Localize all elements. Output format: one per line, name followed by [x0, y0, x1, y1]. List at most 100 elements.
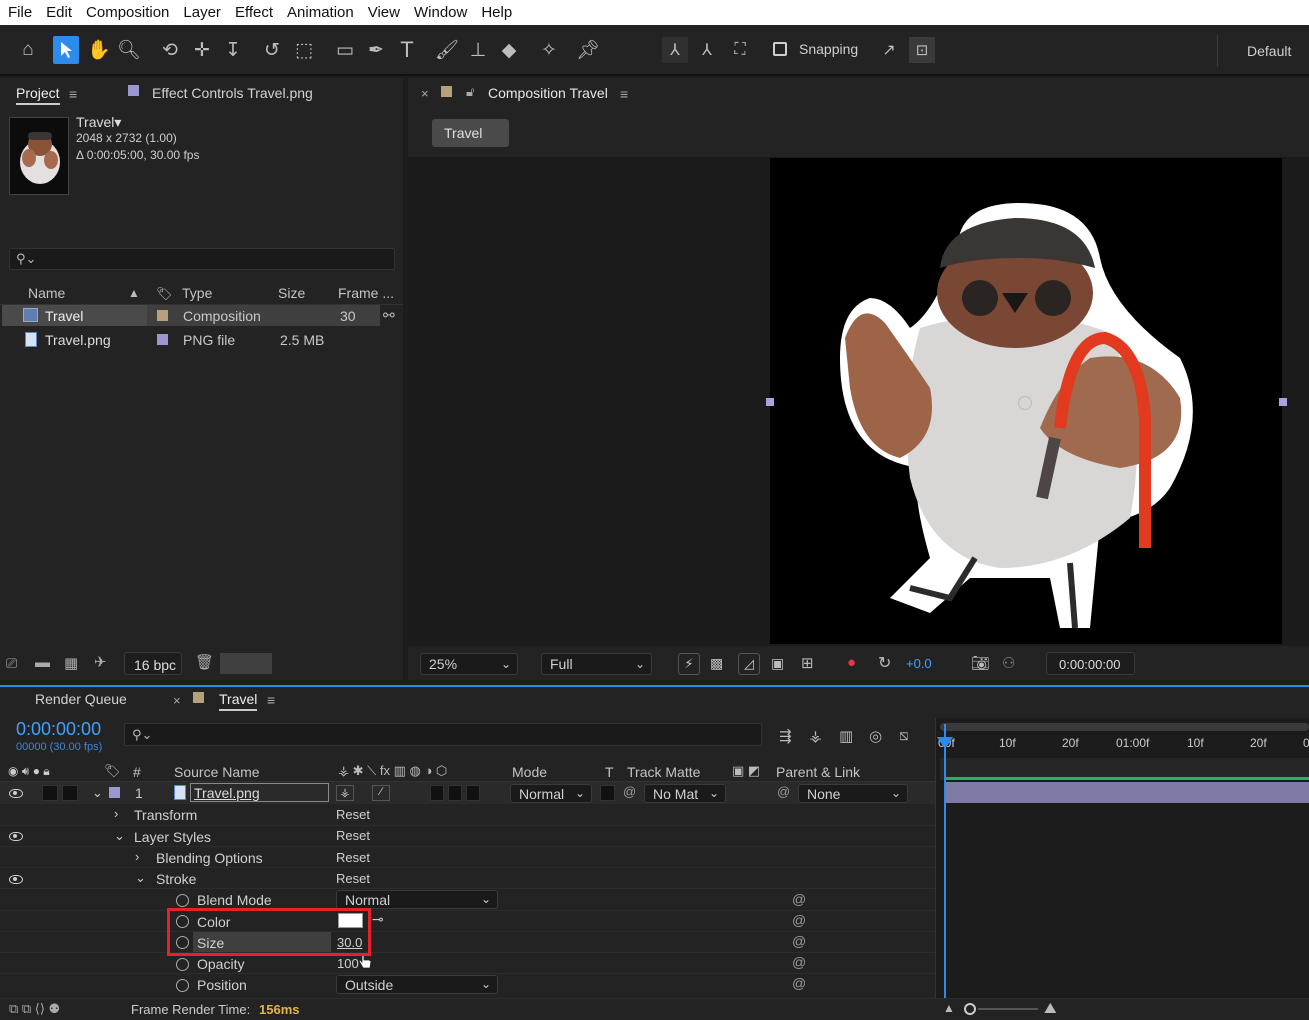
interpret-footage-icon[interactable]: ⎚: [6, 655, 17, 672]
chevron-right-icon[interactable]: ›: [114, 806, 118, 821]
timeline-search-input[interactable]: ⚲⌄: [124, 723, 762, 746]
playhead-handle[interactable]: [937, 737, 953, 749]
orbit-camera-icon[interactable]: ⟲: [157, 37, 183, 63]
menu-composition[interactable]: Composition: [86, 4, 169, 21]
tab-project[interactable]: Project: [16, 85, 60, 105]
home-icon[interactable]: ⌂: [15, 37, 41, 63]
dolly-camera-icon[interactable]: ↧: [220, 37, 246, 63]
parent-pickwhip-icon[interactable]: @: [777, 784, 790, 799]
zoom-dropdown[interactable]: 25% ⌄: [420, 653, 518, 675]
column-parent-link[interactable]: Parent & Link: [776, 764, 860, 780]
view-axis-icon[interactable]: ⛶: [727, 37, 753, 63]
label-tag-icon[interactable]: 🏷︎: [104, 763, 121, 779]
menu-animation[interactable]: Animation: [287, 4, 354, 21]
mode-dropdown[interactable]: Normal ⌄: [510, 784, 592, 803]
rectangle-tool-icon[interactable]: ▭: [332, 37, 358, 63]
column-frame[interactable]: Frame ...: [338, 285, 394, 301]
reset-link[interactable]: Reset: [336, 871, 370, 886]
zoom-slider-handle[interactable]: [964, 1003, 976, 1015]
toggle-switches-icon[interactable]: ⧉ ⧉ ⟨⟩ ⚉: [9, 1001, 60, 1017]
menu-window[interactable]: Window: [414, 4, 467, 21]
reset-link[interactable]: Reset: [336, 828, 370, 843]
menu-help[interactable]: Help: [481, 4, 512, 21]
transparency-grid-icon[interactable]: ▩: [710, 655, 723, 672]
playhead[interactable]: [944, 724, 946, 998]
thumbnail-transparency-swatch[interactable]: [220, 653, 272, 674]
pan-camera-icon[interactable]: ✛: [189, 37, 215, 63]
exposure-value[interactable]: +0.0: [906, 656, 932, 671]
visibility-eye-icon[interactable]: [9, 789, 23, 798]
snap-feature-icon[interactable]: ⊡: [909, 37, 935, 63]
position-dropdown[interactable]: Outside ⌄: [336, 975, 498, 994]
work-area-range[interactable]: [946, 777, 1309, 780]
selection-tool-icon[interactable]: [53, 36, 79, 64]
close-icon[interactable]: ×: [173, 693, 181, 708]
pickwhip-icon[interactable]: @: [623, 784, 636, 799]
frame-blending-icon[interactable]: ▥: [839, 727, 853, 745]
stopwatch-icon[interactable]: [176, 958, 189, 971]
visibility-eye-icon[interactable]: [9, 875, 23, 884]
quality-switch[interactable]: ∕: [372, 785, 390, 801]
tab-render-queue[interactable]: Render Queue: [35, 691, 127, 707]
column-track-matte[interactable]: Track Matte: [627, 764, 700, 780]
reset-link[interactable]: Reset: [336, 850, 370, 865]
column-name[interactable]: Name: [28, 285, 65, 301]
parent-dropdown[interactable]: None ⌄: [798, 784, 908, 803]
local-axis-icon[interactable]: ⅄: [662, 37, 688, 63]
hand-tool-icon[interactable]: ✋: [86, 37, 112, 63]
anchor-point-icon[interactable]: [1018, 396, 1032, 410]
transform-handle-right[interactable]: [1279, 398, 1287, 406]
chevron-right-icon[interactable]: ›: [135, 849, 139, 864]
lock-icon[interactable]: 🔓︎: [466, 84, 474, 100]
track-matte-dropdown[interactable]: No Mat ⌄: [644, 784, 726, 803]
transform-handle-left[interactable]: [766, 398, 774, 406]
layer-label-swatch[interactable]: [109, 787, 120, 798]
bpc-button[interactable]: 16 bpc: [124, 652, 182, 675]
chevron-down-icon[interactable]: ⌄: [114, 828, 125, 844]
switch-box[interactable]: [448, 785, 462, 801]
layer-name-field[interactable]: Travel.png: [190, 783, 329, 802]
transform-property[interactable]: Transform: [134, 807, 197, 823]
list-item-name[interactable]: Travel: [45, 308, 83, 324]
tab-effect-controls[interactable]: Effect Controls Travel.png: [152, 85, 313, 101]
fast-previews-icon[interactable]: ⚡: [678, 653, 700, 675]
mask-path-icon[interactable]: ◿: [738, 653, 760, 675]
visibility-eye-icon[interactable]: [9, 832, 23, 841]
render-icon[interactable]: ✈: [94, 653, 107, 671]
comp-name[interactable]: Travel▾: [76, 114, 121, 131]
grid-guides-icon[interactable]: ⊞: [801, 654, 814, 672]
shy-switch[interactable]: ⚶: [336, 785, 354, 801]
expression-pickwhip-icon[interactable]: @: [792, 975, 806, 991]
list-item-name[interactable]: Travel.png: [45, 332, 111, 348]
panel-menu-icon[interactable]: ≡: [69, 86, 77, 102]
switch-box[interactable]: [466, 785, 480, 801]
layer-styles-property[interactable]: Layer Styles: [134, 829, 211, 845]
blending-options-property[interactable]: Blending Options: [156, 850, 263, 866]
work-area-bar[interactable]: [940, 723, 1309, 731]
comp-mini-flowchart-icon[interactable]: ⇶: [779, 727, 792, 745]
new-composition-icon[interactable]: ▦: [64, 654, 78, 672]
blend-mode-dropdown[interactable]: Normal ⌄: [336, 890, 498, 909]
channel-icon[interactable]: ●: [847, 654, 856, 671]
reset-exposure-icon[interactable]: ↻: [878, 653, 891, 673]
stroke-property[interactable]: Stroke: [156, 871, 196, 887]
panel-menu-icon[interactable]: ≡: [620, 86, 628, 102]
timeline-current-time[interactable]: 0:00:00:00: [16, 719, 101, 740]
tab-timeline-travel[interactable]: Travel: [219, 691, 258, 711]
sort-ascending-icon[interactable]: ▲: [128, 286, 140, 300]
audio-toggle[interactable]: [42, 785, 58, 801]
column-source-name[interactable]: Source Name: [174, 764, 260, 780]
pen-tool-icon[interactable]: ✒: [363, 37, 389, 63]
resolution-dropdown[interactable]: Full ⌄: [541, 653, 652, 675]
column-size[interactable]: Size: [278, 285, 305, 301]
eyedropper-icon[interactable]: ⊸: [372, 911, 384, 928]
menu-layer[interactable]: Layer: [183, 4, 221, 21]
eraser-tool-icon[interactable]: ◆: [496, 37, 522, 63]
menu-edit[interactable]: Edit: [46, 4, 72, 21]
snapping-checkbox[interactable]: [773, 42, 787, 56]
show-snapshot-icon[interactable]: ⚇: [1002, 654, 1015, 672]
expression-pickwhip-icon[interactable]: @: [792, 954, 806, 970]
menu-effect[interactable]: Effect: [235, 4, 273, 21]
new-folder-icon[interactable]: ▬: [35, 654, 50, 671]
chevron-down-icon[interactable]: ⌄: [92, 785, 103, 801]
